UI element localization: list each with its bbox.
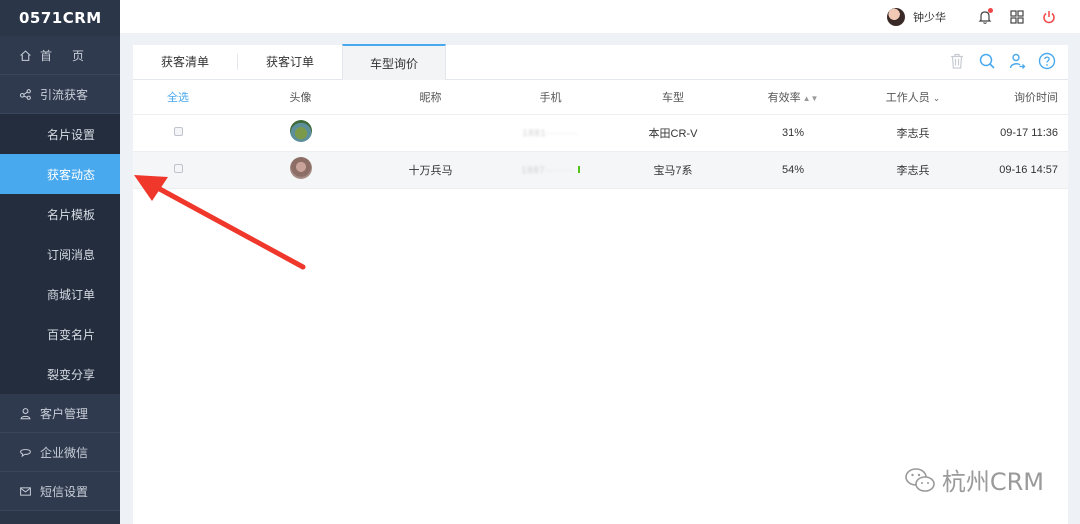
sidebar-item-label: 短信设置 [40,484,89,499]
table-row[interactable]: 1881········ 本田CR-V 31% 李志兵 09-17 11:36 [133,114,1068,152]
tab-label: 获客清单 [160,55,209,69]
avatar-cell [223,114,378,152]
col-inquiry-time-label: 询价时间 [1014,91,1058,104]
sidebar-item-variable-cards[interactable]: 百变名片 [0,314,120,354]
sidebar-item-card-templates[interactable]: 名片模板 [0,194,120,234]
staff-cell: 李志兵 [858,114,968,152]
sidebar-item-label: 获客动态 [47,167,96,182]
user-transfer-icon[interactable] [1008,52,1026,70]
power-icon[interactable] [1040,8,1058,26]
table-row[interactable]: 十万兵马 1887······· 宝马7系 54% 李志兵 09-16 14:5… [133,151,1068,189]
bell-icon[interactable] [976,7,994,26]
car-cell: 宝马7系 [618,151,728,189]
col-car-model: 车型 [618,80,728,115]
user-icon [18,406,32,420]
sidebar-item-label: 商城订单 [47,287,96,302]
row-checkbox[interactable] [173,163,183,173]
car-cell: 本田CR-V [618,114,728,152]
table-header-row: 全选 头像 昵称 手机 车型 有效率 ▲▼ 工作人员 ⌄ 询价时间 [133,80,1068,115]
sidebar-item-lead-gen[interactable]: 引流获客 [0,75,120,114]
mail-icon [18,484,32,498]
tab-lead-orders[interactable]: 获客订单 [238,44,342,79]
rate-cell: 31% [728,114,858,152]
sidebar-item-customers[interactable]: 客户管理 [0,394,120,433]
time-cell: 09-17 11:36 [968,114,1068,152]
sidebar: 0571CRM 首页 引流获客 名片设置 获客动态 名片模板 订阅消息 商城订单… [0,0,120,524]
chevron-down-icon[interactable]: ⌄ [933,93,941,103]
select-all[interactable]: 全选 [133,80,223,115]
sidebar-item-shop-orders[interactable]: 商城订单 [0,274,120,314]
avatar-cell [223,151,378,189]
rate-cell: 54% [728,151,858,189]
sidebar-item-label: 引流获客 [40,87,89,102]
wechat-icon [905,467,935,492]
time-cell: 09-16 14:57 [968,151,1068,189]
col-nickname-label: 昵称 [419,91,442,104]
search-icon[interactable] [978,52,996,70]
chat-icon [18,445,32,459]
notification-dot [988,7,993,13]
tab-car-inquiry[interactable]: 车型询价 [342,44,446,80]
trash-icon[interactable] [948,52,966,70]
sidebar-item-label: 企业微信 [40,445,89,460]
col-staff[interactable]: 工作人员 ⌄ [858,80,968,115]
grid-icon[interactable] [1008,8,1026,26]
sort-icon[interactable]: ▲▼ [803,94,819,103]
help-icon[interactable] [1038,52,1056,70]
col-phone: 手机 [483,80,618,115]
phone-blurred: 1881········ [522,127,579,138]
toolbar [948,52,1056,70]
select-all-label[interactable]: 全选 [167,92,189,104]
col-phone-label: 手机 [539,91,562,104]
sidebar-item-label: 首页 [40,48,105,63]
sidebar-item-sms-settings[interactable]: 短信设置 [0,472,120,511]
sidebar-item-wecom[interactable]: 企业微信 [0,433,120,472]
sidebar-item-lead-activity[interactable]: 获客动态 [0,154,120,194]
content-panel: 获客清单 获客订单 车型询价 全选 头像 昵称 手机 车型 有效率 ▲▼ 工作人… [133,44,1068,524]
sidebar-item-label: 百变名片 [47,327,96,342]
phone-cell: 1881········ [483,114,618,152]
tab-label: 获客订单 [265,55,314,69]
username[interactable]: 钟少华 [913,9,946,25]
row-checkbox-cell [133,151,223,189]
watermark-text: 杭州CRM [941,468,1044,496]
sidebar-item-subscriptions[interactable]: 订阅消息 [0,234,120,274]
sidebar-item-label: 订阅消息 [47,247,96,262]
share-icon [18,87,32,101]
avatar [289,157,312,179]
sidebar-item-label: 裂变分享 [47,367,96,382]
sidebar-item-home[interactable]: 首页 [0,36,120,75]
tab-bar: 获客清单 获客订单 车型询价 [133,44,1068,80]
app-logo[interactable]: 0571CRM [0,0,120,36]
phone-cell: 1887······· [483,151,618,189]
nickname-cell: 十万兵马 [378,151,483,189]
avatar[interactable] [887,7,905,26]
sidebar-item-viral-share[interactable]: 裂变分享 [0,354,120,394]
avatar [289,120,312,142]
tab-lead-list[interactable]: 获客清单 [133,44,237,79]
staff-cell: 李志兵 [858,151,968,189]
top-bar: 钟少华 [120,0,1080,33]
sidebar-item-label: 客户管理 [40,406,89,421]
phone-blurred: 1887······· [521,164,574,175]
sidebar-item-card-settings[interactable]: 名片设置 [0,114,120,154]
col-efficiency[interactable]: 有效率 ▲▼ [728,80,858,115]
col-avatar-label: 头像 [289,91,312,104]
col-staff-label: 工作人员 [885,91,930,104]
col-inquiry-time: 询价时间 [968,80,1068,115]
sidebar-item-label: 名片设置 [47,127,96,142]
sidebar-item-label: 名片模板 [47,207,96,222]
online-indicator [577,166,580,174]
tab-label: 车型询价 [369,56,418,71]
nickname-cell [378,114,483,152]
inquiry-table: 全选 头像 昵称 手机 车型 有效率 ▲▼ 工作人员 ⌄ 询价时间 1881····… [133,80,1068,189]
col-avatar: 头像 [223,80,378,115]
col-efficiency-label: 有效率 [767,91,801,104]
watermark: 杭州CRM [904,462,1044,497]
home-icon [18,48,32,62]
col-nickname: 昵称 [378,80,483,115]
row-checkbox[interactable] [173,126,183,136]
col-car-model-label: 车型 [662,91,684,104]
row-checkbox-cell [133,114,223,152]
